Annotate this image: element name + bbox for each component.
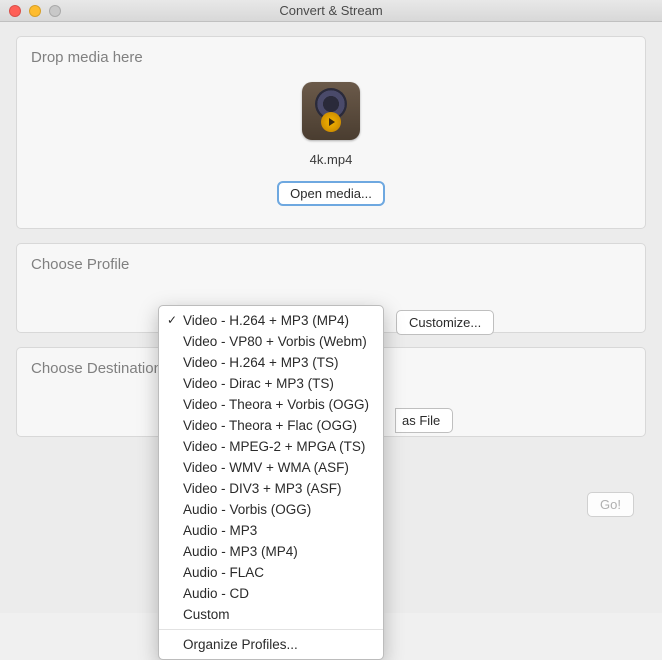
profile-option[interactable]: Video - DIV3 + MP3 (ASF)	[159, 478, 383, 499]
profile-option[interactable]: Video - H.264 + MP3 (MP4)	[159, 310, 383, 331]
play-icon	[321, 112, 341, 132]
profile-heading: Choose Profile	[31, 256, 631, 273]
window-title: Convert & Stream	[0, 3, 662, 18]
go-button[interactable]: Go!	[587, 492, 634, 517]
close-window-button[interactable]	[9, 5, 21, 17]
maximize-window-button	[49, 5, 61, 17]
profile-option[interactable]: Video - Theora + Flac (OGG)	[159, 415, 383, 436]
window-controls	[9, 5, 61, 17]
profile-dropdown-menu[interactable]: Video - H.264 + MP3 (MP4) Video - VP80 +…	[158, 305, 384, 660]
customize-button[interactable]: Customize...	[396, 310, 494, 335]
profile-option[interactable]: Video - Dirac + MP3 (TS)	[159, 373, 383, 394]
drop-heading: Drop media here	[31, 49, 631, 66]
as-file-button[interactable]: as File	[395, 408, 453, 433]
drop-area: 4k.mp4 Open media...	[31, 76, 631, 216]
profile-option[interactable]: Audio - MP3	[159, 520, 383, 541]
media-filename: 4k.mp4	[31, 152, 631, 167]
menu-separator	[159, 629, 383, 630]
minimize-window-button[interactable]	[29, 5, 41, 17]
profile-option[interactable]: Audio - CD	[159, 583, 383, 604]
organize-profiles-option[interactable]: Organize Profiles...	[159, 634, 383, 655]
profile-option[interactable]: Audio - FLAC	[159, 562, 383, 583]
open-media-button[interactable]: Open media...	[277, 181, 385, 206]
profile-option[interactable]: Audio - MP3 (MP4)	[159, 541, 383, 562]
profile-option[interactable]: Video - MPEG-2 + MPGA (TS)	[159, 436, 383, 457]
drop-panel[interactable]: Drop media here 4k.mp4 Open media...	[16, 36, 646, 229]
titlebar: Convert & Stream	[0, 0, 662, 22]
go-area: Go!	[587, 492, 634, 517]
profile-option[interactable]: Video - VP80 + Vorbis (Webm)	[159, 331, 383, 352]
destination-as-file-wrapper: as File	[395, 408, 453, 433]
window: Convert & Stream Drop media here 4k.mp4 …	[0, 0, 662, 613]
profile-option[interactable]: Audio - Vorbis (OGG)	[159, 499, 383, 520]
profile-option[interactable]: Custom	[159, 604, 383, 625]
media-file-icon[interactable]	[302, 82, 360, 140]
profile-option[interactable]: Video - WMV + WMA (ASF)	[159, 457, 383, 478]
profile-option[interactable]: Video - H.264 + MP3 (TS)	[159, 352, 383, 373]
profile-option[interactable]: Video - Theora + Vorbis (OGG)	[159, 394, 383, 415]
